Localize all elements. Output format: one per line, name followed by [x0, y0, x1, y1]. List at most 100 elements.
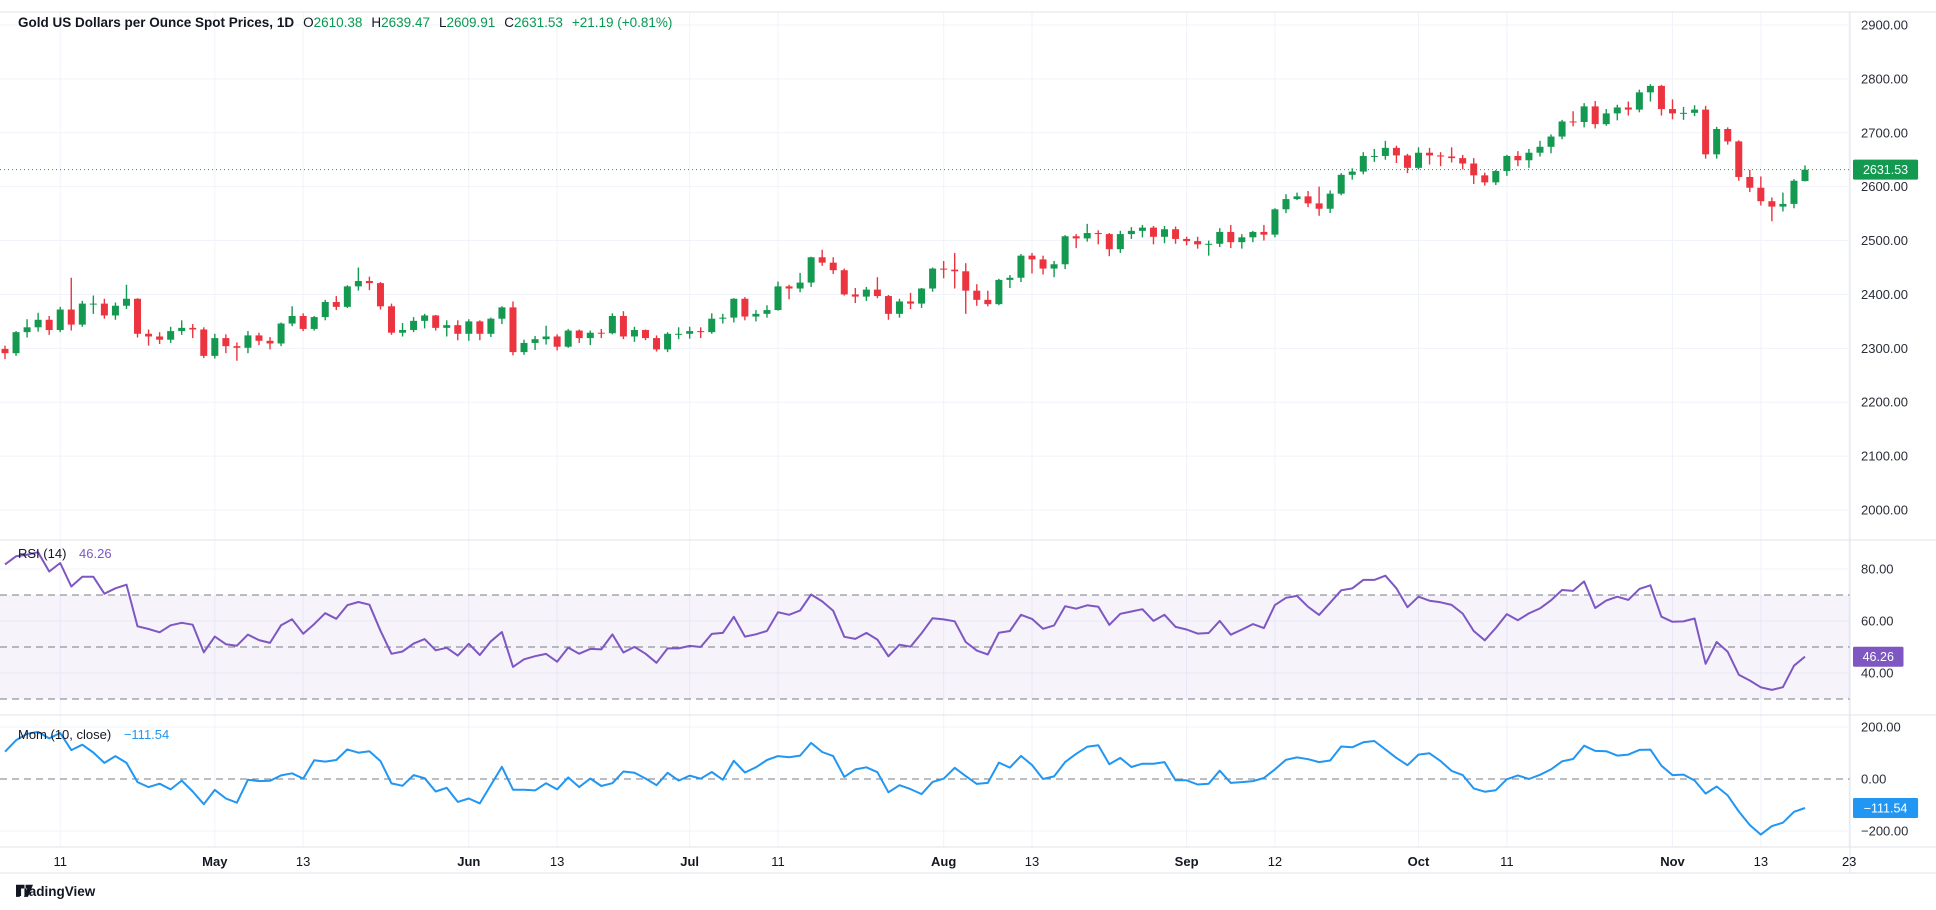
candle — [1437, 155, 1444, 156]
candle — [995, 280, 1002, 304]
candle — [686, 331, 693, 334]
candle — [587, 333, 594, 338]
candle — [1802, 170, 1809, 181]
candle — [1051, 264, 1058, 268]
candle — [852, 294, 859, 296]
candle — [1669, 109, 1676, 113]
symbol-title[interactable]: Gold US Dollars per Ounce Spot Prices, 1… — [18, 15, 294, 31]
time-axis[interactable] — [0, 847, 1850, 873]
time-axis-label[interactable]: Aug — [931, 854, 956, 869]
candle — [598, 333, 605, 334]
time-axis-label[interactable]: Jun — [457, 854, 480, 869]
candle — [1790, 181, 1797, 204]
candle — [322, 302, 329, 317]
candle — [1205, 244, 1212, 245]
tradingview-logo[interactable]: TradingView — [16, 884, 95, 899]
candle — [1404, 155, 1411, 167]
price-axis-label: 2300.00 — [1861, 341, 1908, 356]
candle — [1702, 110, 1709, 155]
candle — [156, 336, 163, 339]
candle — [1216, 232, 1223, 244]
symbol-legend[interactable]: Gold US Dollars per Ounce Spot Prices, 1… — [18, 15, 672, 31]
time-axis-label[interactable]: 11 — [53, 854, 67, 869]
candle — [311, 317, 318, 329]
rsi-indicator-legend[interactable]: RSI (14) 46.26 — [18, 546, 112, 561]
candle — [1095, 233, 1102, 234]
time-axis-label[interactable]: 13 — [296, 854, 310, 869]
mom-axis-label: 200.00 — [1861, 720, 1901, 735]
candle — [863, 290, 870, 297]
time-axis-label[interactable]: 23 — [1842, 854, 1856, 869]
candle — [808, 257, 815, 282]
candle — [178, 328, 185, 331]
price-axis[interactable] — [1850, 12, 1936, 873]
candle — [642, 330, 649, 338]
time-axis-label[interactable]: 11 — [771, 854, 785, 869]
candle — [1117, 234, 1124, 249]
candle — [454, 325, 461, 334]
candle — [1525, 153, 1532, 161]
candle — [134, 299, 141, 334]
candle — [68, 310, 75, 325]
candle — [1779, 204, 1786, 207]
candle — [289, 316, 296, 324]
time-axis-label[interactable]: 13 — [550, 854, 564, 869]
candle — [1139, 228, 1146, 231]
time-axis-label[interactable]: Oct — [1408, 854, 1430, 869]
time-axis-label[interactable]: 12 — [1268, 854, 1282, 869]
candle — [1316, 203, 1323, 208]
time-axis-label[interactable]: Sep — [1175, 854, 1199, 869]
momentum-indicator-legend[interactable]: Mom (10, close) −111.54 — [18, 727, 169, 742]
ohlc-close: C2631.53 — [504, 15, 563, 31]
candle — [543, 336, 550, 339]
time-axis-label[interactable]: Jul — [680, 854, 699, 869]
candle — [565, 331, 572, 347]
chart-canvas[interactable]: 2900.002800.002700.002600.002500.002400.… — [0, 0, 1936, 910]
candle — [675, 334, 682, 335]
candle — [609, 316, 616, 333]
candle — [841, 270, 848, 294]
time-axis-label[interactable]: 11 — [1500, 854, 1514, 869]
candle — [984, 300, 991, 304]
rsi-indicator-value: 46.26 — [79, 546, 112, 561]
time-axis-label[interactable]: 13 — [1025, 854, 1039, 869]
candle — [476, 321, 483, 333]
candle — [1481, 175, 1488, 182]
candle — [1614, 107, 1621, 113]
candle — [366, 281, 373, 283]
time-axis-label[interactable]: 13 — [1754, 854, 1768, 869]
candle — [775, 286, 782, 310]
candle — [200, 329, 207, 355]
candle — [1150, 228, 1157, 237]
candle — [1294, 196, 1301, 199]
candle — [521, 343, 528, 352]
mom-axis-label: 0.00 — [1861, 772, 1886, 787]
candle — [1271, 209, 1278, 234]
candle — [1713, 129, 1720, 154]
candle — [399, 330, 406, 333]
candle — [664, 334, 671, 350]
mom-axis-label: −200.00 — [1861, 824, 1908, 839]
candle — [1559, 121, 1566, 136]
time-axis-label[interactable]: May — [202, 854, 228, 869]
candle — [1570, 121, 1577, 122]
price-axis-label: 2000.00 — [1861, 503, 1908, 518]
candle — [1249, 232, 1256, 237]
candle — [1106, 234, 1113, 249]
chart-widget: 2900.002800.002700.002600.002500.002400.… — [0, 0, 1936, 910]
candle — [509, 307, 516, 352]
candle — [1349, 172, 1356, 175]
candle — [1017, 256, 1024, 278]
candle — [1636, 92, 1643, 109]
rsi-axis-label: 40.00 — [1861, 666, 1894, 681]
candle — [278, 324, 285, 344]
candle — [344, 286, 351, 306]
candle — [1238, 237, 1245, 242]
rsi-indicator-name[interactable]: RSI (14) — [18, 546, 66, 561]
candle — [377, 283, 384, 306]
time-axis-label[interactable]: Nov — [1660, 854, 1685, 869]
momentum-indicator-name[interactable]: Mom (10, close) — [18, 727, 111, 742]
price-axis-label: 2100.00 — [1861, 449, 1908, 464]
candle — [973, 291, 980, 300]
candle — [24, 327, 31, 332]
